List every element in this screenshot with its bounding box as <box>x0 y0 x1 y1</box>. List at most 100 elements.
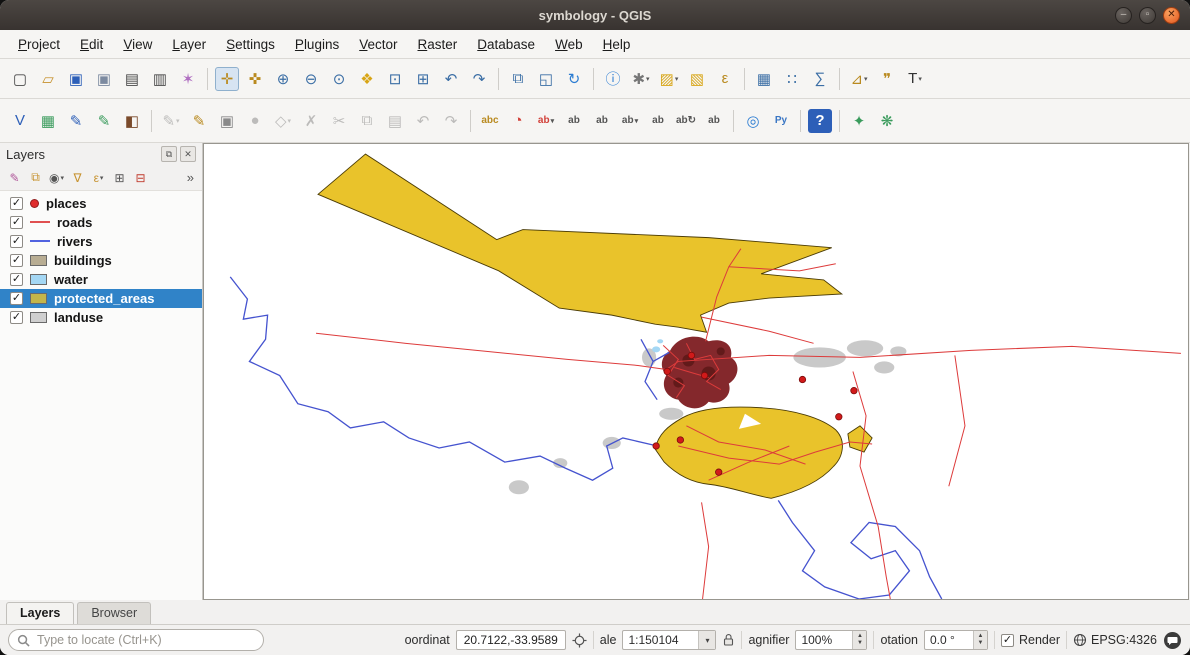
layer-item-landuse[interactable]: ✓landuse <box>0 308 202 327</box>
tab-layers[interactable]: Layers <box>6 602 74 624</box>
pin-labels-icon[interactable]: ab <box>562 109 586 133</box>
locator-bar[interactable] <box>8 629 264 651</box>
magnifier-spinbox[interactable]: 100% ▲ ▼ <box>795 630 867 650</box>
close-button[interactable]: ✕ <box>1163 7 1180 24</box>
zoom-native-icon[interactable]: ⊙ <box>327 67 351 91</box>
add-vector-layer-icon[interactable]: V <box>8 109 32 133</box>
tab-browser[interactable]: Browser <box>77 602 151 624</box>
add-group-icon[interactable]: ⧉ <box>26 168 45 187</box>
layer-item-protected_areas[interactable]: ✓protected_areas <box>0 289 202 308</box>
statistical-summary-icon[interactable]: ∑ <box>808 67 832 91</box>
layer-checkbox[interactable]: ✓ <box>10 311 23 324</box>
layer-item-water[interactable]: ✓water <box>0 270 202 289</box>
toggle-editing-icon[interactable]: ✎ <box>187 109 211 133</box>
menu-settings[interactable]: Settings <box>216 33 285 56</box>
menu-raster[interactable]: Raster <box>408 33 468 56</box>
deselect-features-icon[interactable]: ▧ <box>685 67 709 91</box>
map-tips-icon[interactable]: ❞ <box>875 67 899 91</box>
data-source-manager-icon[interactable]: ◧ <box>120 109 144 133</box>
select-features-icon-dropdown[interactable]: ▾ <box>675 75 679 83</box>
maximize-button[interactable]: ▫ <box>1139 7 1156 24</box>
layer-checkbox[interactable]: ✓ <box>10 273 23 286</box>
zoom-to-selection-icon[interactable]: ⊡ <box>383 67 407 91</box>
mouse-position-toggle-icon[interactable] <box>572 633 587 648</box>
spin-down-icon[interactable]: ▼ <box>978 640 984 647</box>
python-console-icon[interactable]: Py <box>769 109 793 133</box>
minimize-button[interactable]: – <box>1115 7 1132 24</box>
layer-item-roads[interactable]: ✓roads <box>0 213 202 232</box>
help-icon[interactable]: ? <box>808 109 832 133</box>
processing-toolbox-icon[interactable]: ✦ <box>847 109 871 133</box>
layer-checkbox[interactable]: ✓ <box>10 235 23 248</box>
menu-project[interactable]: Project <box>8 33 70 56</box>
highlight-pinned-labels-icon[interactable]: ab <box>590 109 614 133</box>
show-hide-labels-icon[interactable]: ab▾ <box>618 109 642 133</box>
layer-item-places[interactable]: ✓places <box>0 194 202 213</box>
scale-combobox[interactable]: 1:150104 ▾ <box>622 630 716 650</box>
layer-item-buildings[interactable]: ✓buildings <box>0 251 202 270</box>
new-3d-map-view-icon[interactable]: ◱ <box>534 67 558 91</box>
layer-checkbox[interactable]: ✓ <box>10 216 23 229</box>
menu-view[interactable]: View <box>113 33 162 56</box>
rotation-spinbox[interactable]: 0.0 ° ▲ ▼ <box>924 630 988 650</box>
layer-diagram-icon[interactable]: ◔ <box>506 109 530 133</box>
zoom-next-icon[interactable]: ↷ <box>467 67 491 91</box>
vertex-tool-icon-dropdown[interactable]: ▾ <box>288 117 292 125</box>
save-project-as-icon[interactable]: ▣ <box>92 67 116 91</box>
menu-database[interactable]: Database <box>467 33 545 56</box>
manage-map-themes-icon[interactable]: ◉▾ <box>47 168 66 187</box>
render-toggle[interactable]: ✓ Render <box>1001 633 1060 647</box>
layer-checkbox[interactable]: ✓ <box>10 254 23 267</box>
filter-legend-icon[interactable]: ∇ <box>68 168 87 187</box>
render-checkbox[interactable]: ✓ <box>1001 634 1014 647</box>
zoom-in-icon[interactable]: ⊕ <box>271 67 295 91</box>
open-attribute-table-icon[interactable]: ▦ <box>752 67 776 91</box>
new-print-layout-icon[interactable]: ▤ <box>120 67 144 91</box>
menu-layer[interactable]: Layer <box>162 33 216 56</box>
labeling-options-icon[interactable]: ab▾ <box>534 109 558 133</box>
select-by-expression-icon[interactable]: ε <box>713 67 737 91</box>
pan-to-selection-icon[interactable]: ✜ <box>243 67 267 91</box>
show-layout-manager-icon[interactable]: ▥ <box>148 67 172 91</box>
menu-web[interactable]: Web <box>545 33 593 56</box>
zoom-to-layer-icon[interactable]: ⊞ <box>411 67 435 91</box>
metasearch-icon[interactable]: ◎ <box>741 109 765 133</box>
spin-up-icon[interactable]: ▲ <box>857 633 863 640</box>
pan-map-icon[interactable]: ✛ <box>215 67 239 91</box>
move-label-icon[interactable]: ab <box>646 109 670 133</box>
grass-tools-icon[interactable]: ❋ <box>875 109 899 133</box>
manage-map-themes-icon-dropdown[interactable]: ▾ <box>60 174 64 182</box>
run-feature-action-icon[interactable]: ✱▾ <box>629 67 653 91</box>
zoom-full-icon[interactable]: ❖ <box>355 67 379 91</box>
magnifier-spin-buttons[interactable]: ▲ ▼ <box>852 631 866 649</box>
filter-by-expression-icon[interactable]: ε▾ <box>89 168 108 187</box>
lock-scale-icon[interactable] <box>722 633 735 647</box>
remove-layer-icon[interactable]: ⊟ <box>131 168 150 187</box>
zoom-last-icon[interactable]: ↶ <box>439 67 463 91</box>
select-features-icon[interactable]: ▨▾ <box>657 67 681 91</box>
save-project-icon[interactable]: ▣ <box>64 67 88 91</box>
open-project-icon[interactable]: ▱ <box>36 67 60 91</box>
spin-up-icon[interactable]: ▲ <box>978 633 984 640</box>
layer-item-rivers[interactable]: ✓rivers <box>0 232 202 251</box>
identify-features-icon[interactable]: ⓘ <box>601 67 625 91</box>
zoom-out-icon[interactable]: ⊖ <box>299 67 323 91</box>
coordinate-input[interactable] <box>456 630 566 650</box>
show-hide-labels-icon-dropdown[interactable]: ▾ <box>635 117 639 125</box>
text-annotation-icon-dropdown[interactable]: ▾ <box>918 75 922 83</box>
expand-all-icon[interactable]: ⊞ <box>110 168 129 187</box>
rotation-spin-buttons[interactable]: ▲ ▼ <box>973 631 987 649</box>
panel-float-icon[interactable]: ⧉ <box>161 146 177 162</box>
spin-down-icon[interactable]: ▼ <box>857 640 863 647</box>
save-layer-edits-icon[interactable]: ▣ <box>215 109 239 133</box>
dock-toolbar-overflow-icon[interactable]: » <box>183 170 198 185</box>
map-canvas[interactable] <box>203 143 1189 600</box>
labeling-options-icon-dropdown[interactable]: ▾ <box>551 117 555 125</box>
text-annotation-icon[interactable]: T▾ <box>903 67 927 91</box>
rotate-label-icon[interactable]: ab↻ <box>674 109 698 133</box>
layer-checkbox[interactable]: ✓ <box>10 292 23 305</box>
panel-close-icon[interactable]: ✕ <box>180 146 196 162</box>
new-project-icon[interactable]: ▢ <box>8 67 32 91</box>
messages-icon[interactable] <box>1163 631 1182 650</box>
layer-checkbox[interactable]: ✓ <box>10 197 23 210</box>
